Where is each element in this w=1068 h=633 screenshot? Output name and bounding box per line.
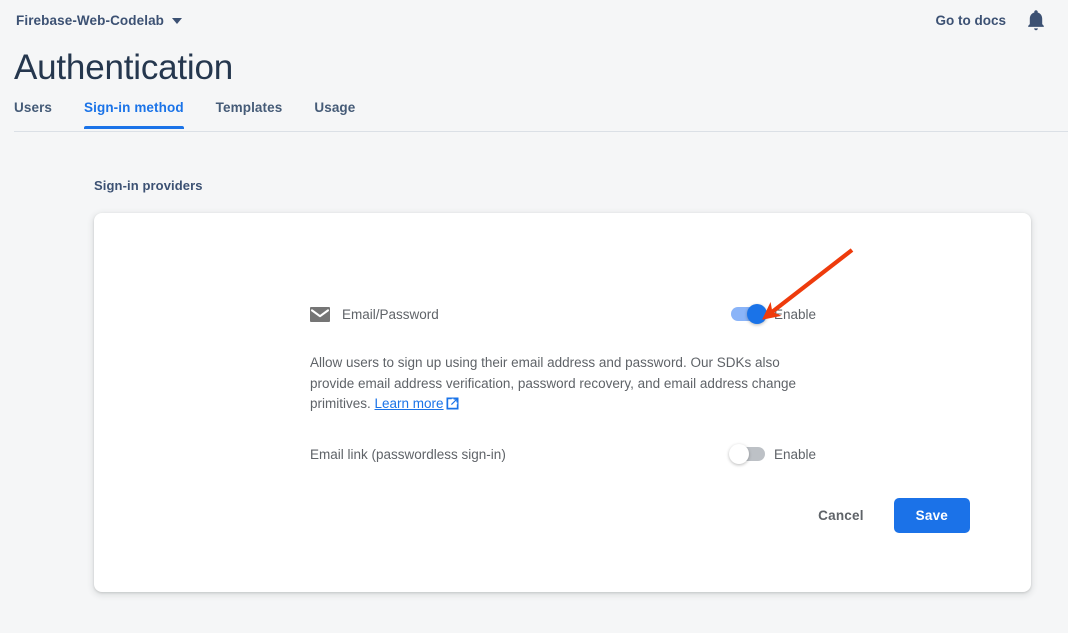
tab-label: Users (14, 100, 52, 115)
envelope-icon (310, 307, 330, 322)
authentication-page: Firebase-Web-Codelab Go to docs Authenti… (0, 0, 1068, 633)
save-button[interactable]: Save (894, 498, 970, 533)
provider-row-email-link: Email link (passwordless sign-in) Enable (310, 442, 816, 466)
email-link-enable-label: Enable (774, 447, 816, 462)
tab-label: Templates (216, 100, 283, 115)
provider-identity: Email/Password (310, 307, 439, 322)
card-actions: Cancel Save (810, 498, 970, 533)
provider-row-email-password: Email/Password Enable (310, 302, 816, 326)
email-password-description: Allow users to sign up using their email… (310, 353, 822, 417)
project-name: Firebase-Web-Codelab (16, 13, 164, 28)
email-password-enable-toggle[interactable] (731, 307, 765, 321)
go-to-docs-link[interactable]: Go to docs (936, 13, 1007, 28)
email-link-enable-control: Enable (731, 447, 816, 462)
top-bar-actions: Go to docs (936, 9, 1055, 31)
sign-in-providers-card: Email/Password Enable Allow users to sig… (94, 213, 1031, 592)
external-link-icon (446, 396, 459, 417)
email-password-enable-control: Enable (731, 307, 816, 322)
project-switcher[interactable]: Firebase-Web-Codelab (14, 11, 184, 30)
cancel-button[interactable]: Cancel (810, 499, 871, 532)
tab-bar: Users Sign-in method Templates Usage (0, 98, 1068, 132)
tab-templates[interactable]: Templates (200, 98, 299, 129)
tab-sign-in-method[interactable]: Sign-in method (68, 98, 200, 129)
tab-usage[interactable]: Usage (298, 98, 371, 129)
tab-label: Sign-in method (84, 100, 184, 115)
sign-in-providers-label: Sign-in providers (94, 178, 203, 193)
email-link-enable-toggle[interactable] (731, 447, 765, 461)
toggle-thumb (729, 444, 749, 464)
bell-icon[interactable] (1026, 9, 1046, 31)
toggle-thumb (747, 304, 767, 324)
learn-more-link[interactable]: Learn more (375, 396, 444, 411)
provider-name-email-link: Email link (passwordless sign-in) (310, 447, 506, 462)
page-title: Authentication (14, 46, 233, 90)
chevron-down-icon (172, 18, 182, 24)
provider-name-email-password: Email/Password (342, 307, 439, 322)
tab-bar-divider (14, 131, 1068, 132)
top-bar: Firebase-Web-Codelab Go to docs (0, 0, 1068, 40)
email-password-enable-label: Enable (774, 307, 816, 322)
tab-label: Usage (314, 100, 355, 115)
tab-users[interactable]: Users (14, 98, 68, 129)
